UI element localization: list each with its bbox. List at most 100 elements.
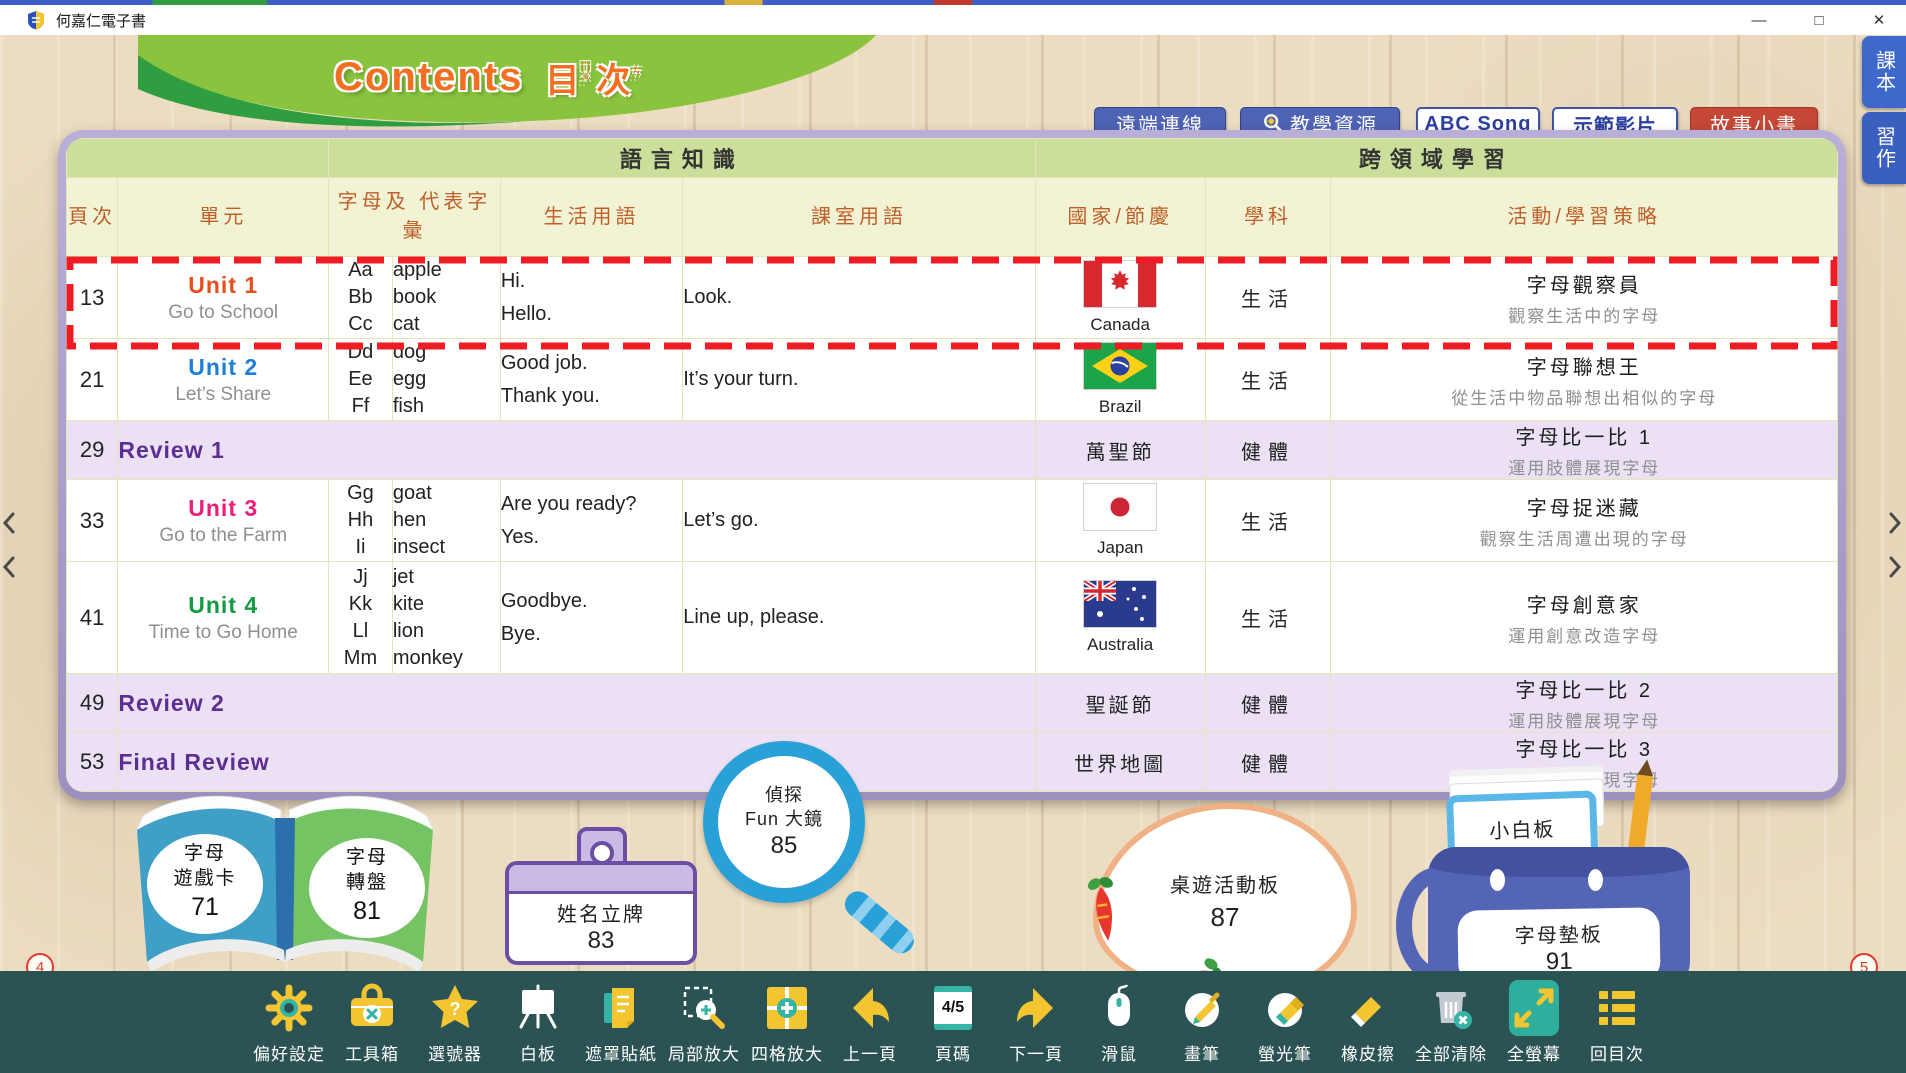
activity-cell: 字母創意家 運用創意改造字母	[1331, 562, 1838, 674]
whiteboard-button[interactable]: 白板	[497, 979, 580, 1065]
daily-phrases-cell: Goodbye. Bye.	[500, 562, 682, 674]
area-magnifier-icon	[663, 979, 746, 1037]
classroom-phrases-cell: It’s your turn.	[683, 339, 1035, 421]
review-name-cell: Review 1	[118, 421, 1035, 480]
group-header-cross-domain: 跨領域學習	[1035, 139, 1837, 178]
pen-button[interactable]: 畫筆	[1161, 979, 1244, 1065]
highlighter-button[interactable]: 螢光筆	[1244, 979, 1327, 1065]
unit-subtitle: Let’s Share	[118, 384, 328, 406]
eraser-icon	[1327, 979, 1410, 1037]
table-row-unit-2[interactable]: 21 Unit 2 Let’s Share Dd Ee Ff dog egg f…	[67, 339, 1838, 421]
activity-cell: 字母捉迷藏 觀察生活周遭出現的字母	[1331, 480, 1838, 562]
preferences-button[interactable]: 偏好設定	[248, 979, 331, 1065]
star-question-icon: ?	[414, 979, 497, 1037]
contents-table: 語言知識 跨領域學習 頁次 單元 字母及 代表字彙 生活用語 課室用語 國家/節…	[66, 138, 1838, 792]
country-cell: Japan	[1035, 480, 1205, 562]
mouse-mode-button[interactable]: 滑鼠	[1078, 979, 1161, 1065]
contents-title-zh: 目 ㄇㄨˋ 次 ㄘˋ	[545, 53, 647, 102]
contents-list-icon	[1576, 979, 1659, 1037]
fullscreen-button[interactable]: 全螢幕	[1493, 979, 1576, 1065]
unit-cell: Unit 3 Go to the Farm	[118, 480, 329, 562]
tab-workbook[interactable]: 習作	[1862, 112, 1906, 184]
letters-cell: Aa Bb Cc	[329, 257, 393, 339]
country-name: Australia	[1036, 635, 1205, 655]
next-page-button[interactable]: 下一頁	[995, 979, 1078, 1065]
maximize-button[interactable]: □	[1806, 12, 1832, 29]
daily-phrases-cell: Are you ready? Yes.	[500, 480, 682, 562]
tab-textbook[interactable]: 課本	[1862, 36, 1906, 108]
zoom-area-button[interactable]: 局部放大	[663, 979, 746, 1065]
next-page-edge-button[interactable]	[1888, 512, 1904, 578]
svg-text:?: ?	[450, 999, 461, 1019]
minimize-button[interactable]: —	[1746, 12, 1772, 29]
japan-flag	[1084, 484, 1156, 530]
magnifier-label: 偵探 Fun 大鏡	[745, 784, 823, 831]
toolbox-button[interactable]: 工具箱	[331, 979, 414, 1065]
col-header-subject: 學科	[1205, 178, 1331, 257]
magnifier-page: 85	[771, 832, 798, 860]
number-picker-button[interactable]: ? 選號器	[414, 979, 497, 1065]
country-name: Canada	[1036, 315, 1205, 335]
arrow-right-icon	[995, 979, 1078, 1037]
table-row-review-1[interactable]: 29 Review 1 萬聖節 健體 字母比一比 1 運用肢體展現字母	[67, 421, 1838, 480]
gear-icon	[248, 979, 331, 1037]
unit-name: Unit 3	[118, 495, 328, 522]
highlighter-icon	[1244, 979, 1327, 1037]
col-header-classroom: 課室用語	[683, 178, 1035, 257]
materials-basket[interactable]: 小白板 89 字母墊板 91	[1412, 775, 1712, 997]
classroom-phrases-cell: Look.	[683, 257, 1035, 339]
subject-cell: 健體	[1205, 733, 1331, 792]
table-row-unit-4[interactable]: 41 Unit 4 Time to Go Home Jj Kk Ll Mm je…	[67, 562, 1838, 674]
materials-book[interactable]: 字母 遊戲卡 71 字母 轉盤 81	[85, 780, 485, 992]
back-to-contents-button[interactable]: 回目次	[1576, 979, 1659, 1065]
chevron-right-icon	[1888, 556, 1902, 578]
table-group-header-row: 語言知識 跨領域學習	[67, 139, 1838, 178]
activity-cell: 字母比一比 2 運用肢體展現字母	[1331, 674, 1838, 733]
name-stand-label: 姓名立牌	[509, 898, 693, 927]
table-row-review-2[interactable]: 49 Review 2 聖誕節 健體 字母比一比 2 運用肢體展現字母	[67, 674, 1838, 733]
table-row-unit-1[interactable]: 13 Unit 1 Go to School Aa Bb Cc apple bo…	[67, 257, 1838, 339]
page-number-button[interactable]: 4/5 頁碼	[912, 979, 995, 1065]
table-row-unit-3[interactable]: 33 Unit 3 Go to the Farm Gg Hh Ii goat h…	[67, 480, 1838, 562]
fullscreen-icon	[1493, 979, 1576, 1037]
chevron-right-icon	[1888, 512, 1902, 534]
clear-all-button[interactable]: 全部清除	[1410, 979, 1493, 1065]
unit-name: Unit 1	[118, 272, 328, 299]
prev-page-button[interactable]: 上一頁	[829, 979, 912, 1065]
sticky-note-icon	[580, 979, 663, 1037]
toolbox-icon	[331, 979, 414, 1037]
game-cards-label: 字母 遊戲卡 71	[145, 842, 265, 922]
col-header-page: 頁次	[67, 178, 118, 257]
close-button[interactable]: ✕	[1866, 11, 1892, 29]
activity-cell: 字母觀察員 觀察生活中的字母	[1331, 257, 1838, 339]
board-game-label: 桌遊活動板	[1170, 869, 1280, 898]
country-cell: Canada	[1035, 257, 1205, 339]
board-game-card[interactable]: 桌遊活動板 87	[1093, 803, 1357, 999]
country-cell: Australia	[1035, 562, 1205, 674]
prev-page-edge-button[interactable]	[2, 512, 18, 578]
page-number-cell: 33	[67, 480, 118, 562]
words-cell: dog egg fish	[392, 339, 500, 421]
chevron-left-icon	[2, 512, 16, 534]
easel-icon	[497, 979, 580, 1037]
subject-cell: 生活	[1205, 257, 1331, 339]
page-number-cell: 21	[67, 339, 118, 421]
col-header-country: 國家/節慶	[1035, 178, 1205, 257]
fun-magnifier-card[interactable]: 偵探 Fun 大鏡 85	[703, 741, 865, 903]
country-name: Japan	[1036, 538, 1205, 558]
mask-sticker-button[interactable]: 遮罩貼紙	[580, 979, 663, 1065]
page-indicator: 4/5	[934, 986, 972, 1030]
unit-subtitle: Time to Go Home	[118, 622, 328, 644]
words-cell: jet kite lion monkey	[392, 562, 500, 674]
titlebar: 何嘉仁電子書 — □ ✕	[0, 5, 1906, 36]
page-number-cell: 13	[67, 257, 118, 339]
bottom-toolbar: 偏好設定 工具箱 ? 選號器 白板 遮罩貼紙 局部放大 四格放大	[0, 971, 1906, 1073]
eraser-button[interactable]: 橡皮擦	[1327, 979, 1410, 1065]
review-name-cell: Review 2	[118, 674, 1035, 733]
unit-cell: Unit 2 Let’s Share	[118, 339, 329, 421]
page-number-cell: 41	[67, 562, 118, 674]
arrow-left-icon	[829, 979, 912, 1037]
magnifier-handle-icon	[840, 886, 920, 959]
activity-cell: 字母聯想王 從生活中物品聯想出相似的字母	[1331, 339, 1838, 421]
zoom-quad-button[interactable]: 四格放大	[746, 979, 829, 1065]
